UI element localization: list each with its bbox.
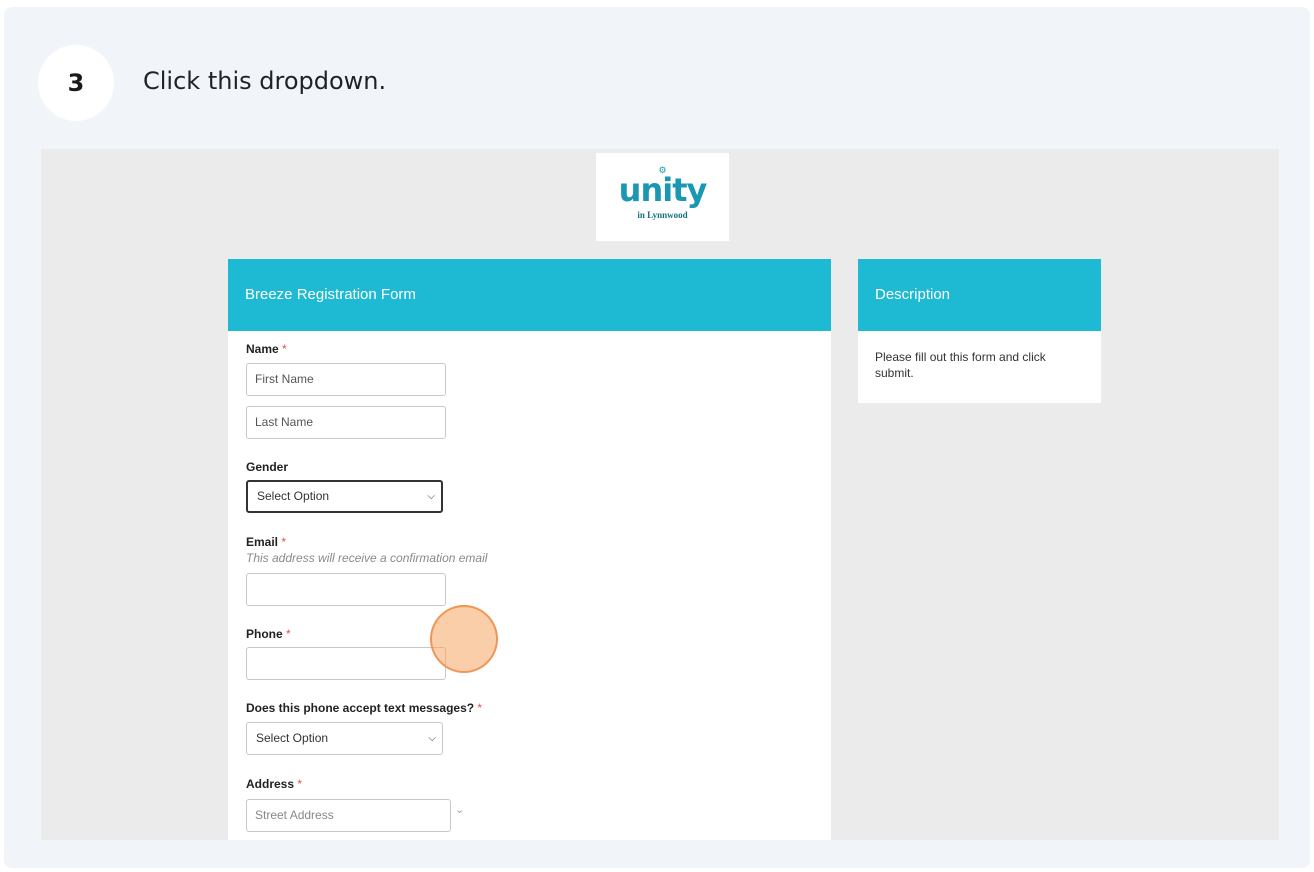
unity-logo: ⚙ unity in Lynnwood xyxy=(596,153,729,241)
chevron-down-icon: ⌵ xyxy=(427,491,435,502)
required-marker: * xyxy=(286,627,291,641)
text-messages-label-text: Does this phone accept text messages? xyxy=(246,701,475,715)
step-instruction: Click this dropdown. xyxy=(143,67,387,95)
name-label: Name * xyxy=(246,342,287,356)
click-highlight xyxy=(430,605,498,673)
address-label-text: Address xyxy=(246,777,295,791)
screenshot-area: ⚙ unity in Lynnwood Breeze Registration … xyxy=(41,149,1279,840)
double-chevron-down-icon[interactable]: ⌄ xyxy=(455,803,464,816)
logo-subtitle: in Lynnwood xyxy=(637,210,688,220)
chevron-down-icon: ⌵ xyxy=(428,733,436,744)
gender-dropdown[interactable]: Select Option ⌵ xyxy=(246,480,443,513)
required-marker: * xyxy=(282,342,287,356)
required-marker: * xyxy=(477,701,483,715)
email-input[interactable] xyxy=(246,573,446,606)
email-label: Email * xyxy=(246,535,286,549)
phone-label-text: Phone xyxy=(246,627,283,641)
text-messages-dropdown[interactable]: Select Option ⌵ xyxy=(246,722,443,755)
email-help-text: This address will receive a confirmation… xyxy=(246,551,488,565)
logo-wordmark: unity xyxy=(618,171,708,209)
gender-dropdown-value: Select Option xyxy=(257,489,330,503)
address-label: Address * xyxy=(246,777,302,791)
phone-label: Phone * xyxy=(246,627,291,641)
street-address-input[interactable]: Street Address xyxy=(246,799,451,832)
phone-input[interactable] xyxy=(246,647,446,680)
name-label-text: Name xyxy=(246,342,279,356)
required-marker: * xyxy=(281,535,287,549)
email-label-text: Email xyxy=(246,535,279,549)
last-name-input[interactable]: Last Name xyxy=(246,406,446,439)
tutorial-step-card: 3 Click this dropdown. ⚙ unity in Lynnwo… xyxy=(4,7,1310,868)
description-panel: Description Please fill out this form an… xyxy=(858,259,1101,403)
step-number-badge: 3 xyxy=(38,45,114,121)
text-messages-dropdown-value: Select Option xyxy=(256,731,329,745)
required-marker: * xyxy=(297,777,303,791)
form-title: Breeze Registration Form xyxy=(228,259,831,331)
description-title: Description xyxy=(858,259,1101,331)
text-messages-label: Does this phone accept text messages? * xyxy=(246,701,482,715)
registration-form-panel: Breeze Registration Form Name * First Na… xyxy=(228,259,831,840)
first-name-input[interactable]: First Name xyxy=(246,363,446,396)
description-text: Please fill out this form and click subm… xyxy=(875,350,1046,380)
gender-label: Gender xyxy=(246,460,289,474)
